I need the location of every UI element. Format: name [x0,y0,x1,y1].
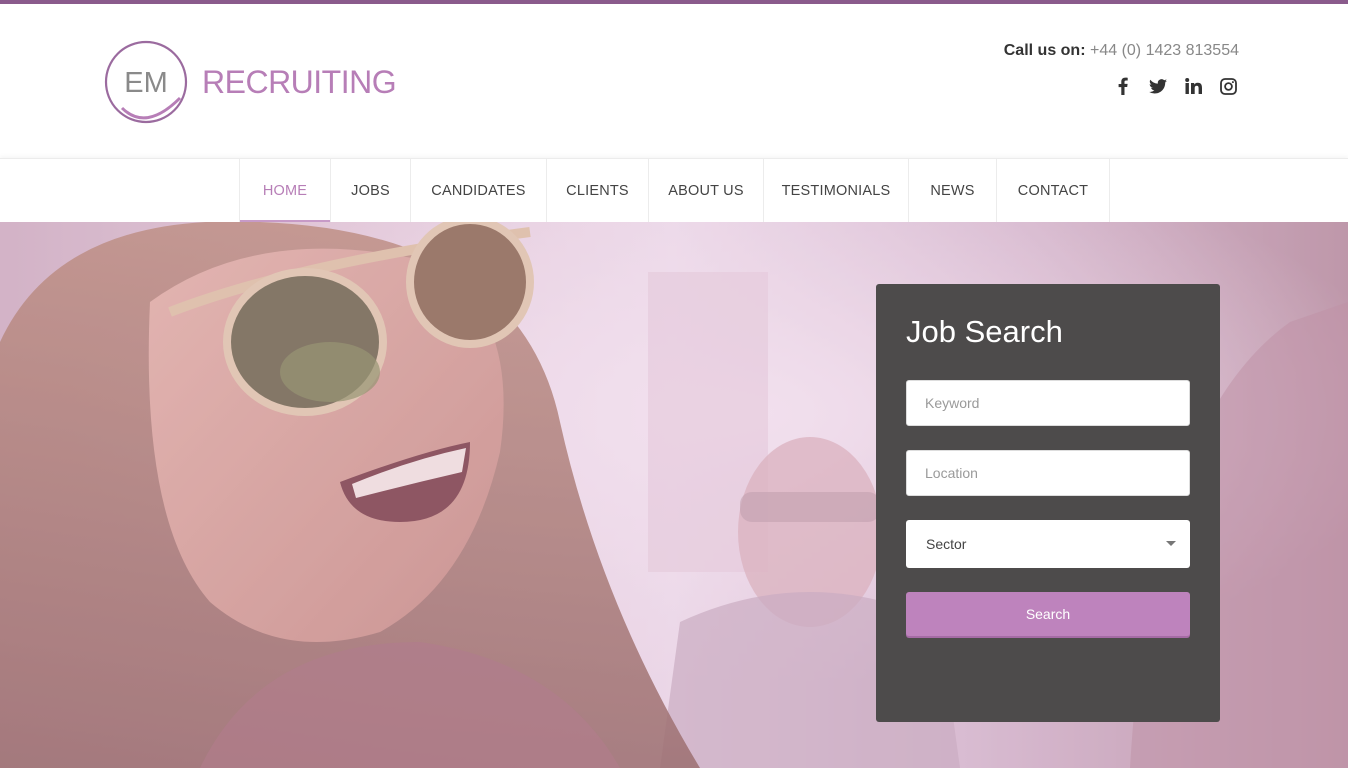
nav-item-candidates[interactable]: CANDIDATES [411,159,547,223]
twitter-icon[interactable] [1148,76,1168,96]
nav-item-label: HOME [262,183,308,199]
nav-item-jobs[interactable]: JOBS [331,159,411,223]
job-search-title: Job Search [906,314,1063,349]
nav-item-label: NEWS [930,183,975,199]
nav-item-label: TESTIMONIALS [781,183,891,199]
logo-circle-mark: EM [104,40,188,124]
sector-select-value: Sector [926,536,967,552]
linkedin-icon[interactable] [1183,76,1203,96]
search-button[interactable]: Search [906,592,1190,636]
social-links [1113,76,1238,96]
logo[interactable]: EM RECRUITING [102,36,402,130]
nav-item-news[interactable]: NEWS [909,159,997,223]
logo-wordmark: RECRUITING [202,64,397,100]
nav-list: HOME JOBS CANDIDATES CLIENTS ABOUT US TE… [239,159,1110,223]
nav-item-label: ABOUT US [668,183,744,199]
nav-item-contact[interactable]: CONTACT [997,159,1110,223]
nav-item-clients[interactable]: CLIENTS [547,159,649,223]
chevron-down-icon [1166,541,1176,546]
job-search-panel: Job Search Sector Search [876,284,1220,722]
site-header: EM RECRUITING Call us on: +44 (0) 1423 8… [0,4,1348,158]
nav-item-home[interactable]: HOME [240,159,331,223]
nav-item-testimonials[interactable]: TESTIMONIALS [764,159,909,223]
nav-item-about-us[interactable]: ABOUT US [649,159,764,223]
logo-initials: EM [124,67,168,99]
keyword-input[interactable] [906,380,1190,426]
instagram-icon[interactable] [1218,76,1238,96]
location-input[interactable] [906,450,1190,496]
call-us: Call us on: +44 (0) 1423 813554 [1004,42,1239,60]
nav-item-label: JOBS [351,183,390,199]
main-navigation: HOME JOBS CANDIDATES CLIENTS ABOUT US TE… [0,158,1348,223]
phone-number[interactable]: +44 (0) 1423 813554 [1090,42,1239,59]
nav-item-label: CANDIDATES [431,183,526,199]
sector-select[interactable]: Sector [906,520,1190,568]
nav-item-label: CONTACT [1017,183,1089,199]
call-us-label: Call us on: [1003,42,1086,59]
facebook-icon[interactable] [1113,76,1133,96]
nav-item-label: CLIENTS [566,183,629,199]
